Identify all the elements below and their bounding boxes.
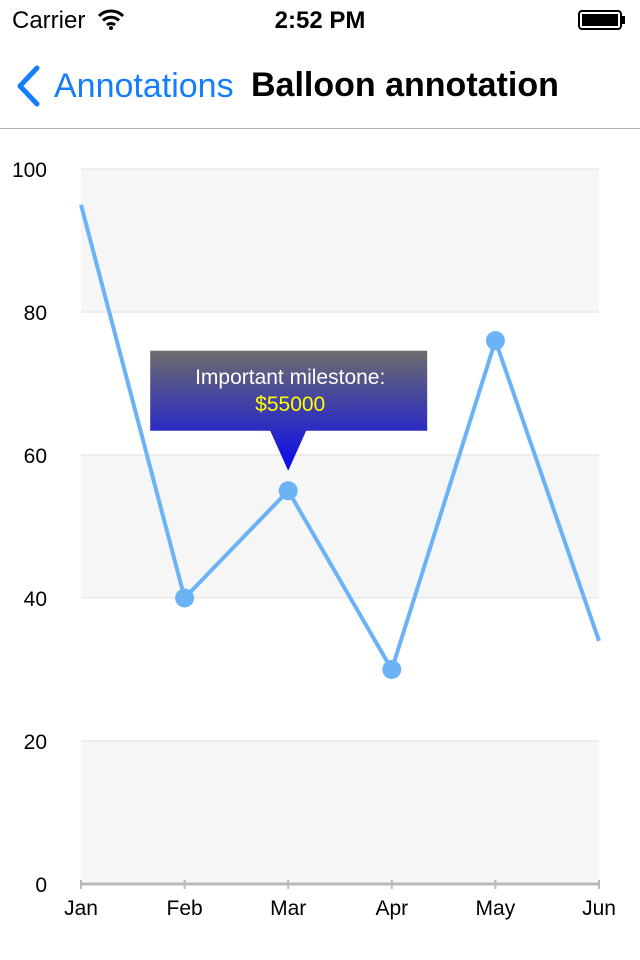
x-tick-label: May <box>476 897 516 920</box>
data-point <box>175 588 195 608</box>
x-tick-label: Jan <box>64 897 98 920</box>
balloon-text-title: Important milestone: <box>195 366 385 389</box>
x-tick-label: Mar <box>270 897 306 920</box>
y-axis: 0 20 40 60 80 100 <box>12 159 47 897</box>
line-chart: 0 20 40 60 80 100 Jan Feb Mar Apr May Jun Importan… <box>12 159 616 920</box>
balloon-text-value: $55000 <box>255 393 325 416</box>
x-tick-label: Jun <box>582 897 616 920</box>
battery-icon <box>578 10 625 30</box>
data-point <box>485 331 505 351</box>
y-tick-label: 60 <box>24 445 47 468</box>
y-tick-label: 40 <box>24 588 47 611</box>
x-tick-label: Feb <box>167 897 203 920</box>
back-button-label: Annotations <box>54 66 234 105</box>
plot-band <box>81 741 599 884</box>
y-tick-label: 80 <box>24 302 47 325</box>
y-tick-label: 0 <box>35 874 47 897</box>
navigation-bar: Annotations Balloon annotation <box>0 40 640 129</box>
x-axis: Jan Feb Mar Apr May Jun <box>64 880 616 920</box>
data-point <box>382 660 402 679</box>
plot-band <box>81 169 599 312</box>
back-button[interactable]: Annotations <box>14 62 234 110</box>
x-tick-label: Apr <box>375 897 408 920</box>
status-bar: Carrier 2:52 PM <box>0 0 640 40</box>
balloon-annotation: Important milestone: $55000 <box>150 350 428 471</box>
page-title: Balloon annotation <box>251 66 559 104</box>
plot-bands <box>81 169 599 884</box>
data-point <box>278 481 298 501</box>
status-time: 2:52 PM <box>274 7 366 34</box>
y-tick-label: 20 <box>24 731 47 754</box>
chevron-left-icon <box>17 65 40 107</box>
y-tick-label: 100 <box>12 159 47 182</box>
